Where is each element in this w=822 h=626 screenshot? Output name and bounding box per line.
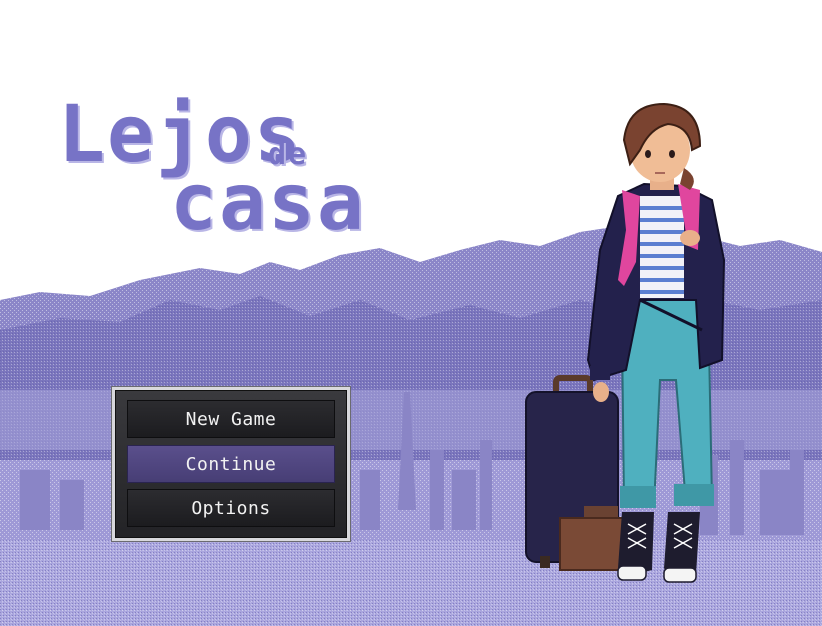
new-game-button[interactable]: New Game [127,400,335,438]
title-screen: Lejos de casa New Game Continue Options [0,0,822,626]
continue-button[interactable]: Continue [127,445,335,483]
character-head [622,102,702,190]
main-menu-panel: New Game Continue Options [112,387,350,541]
character-shoes [617,512,700,583]
options-button[interactable]: Options [127,489,335,527]
